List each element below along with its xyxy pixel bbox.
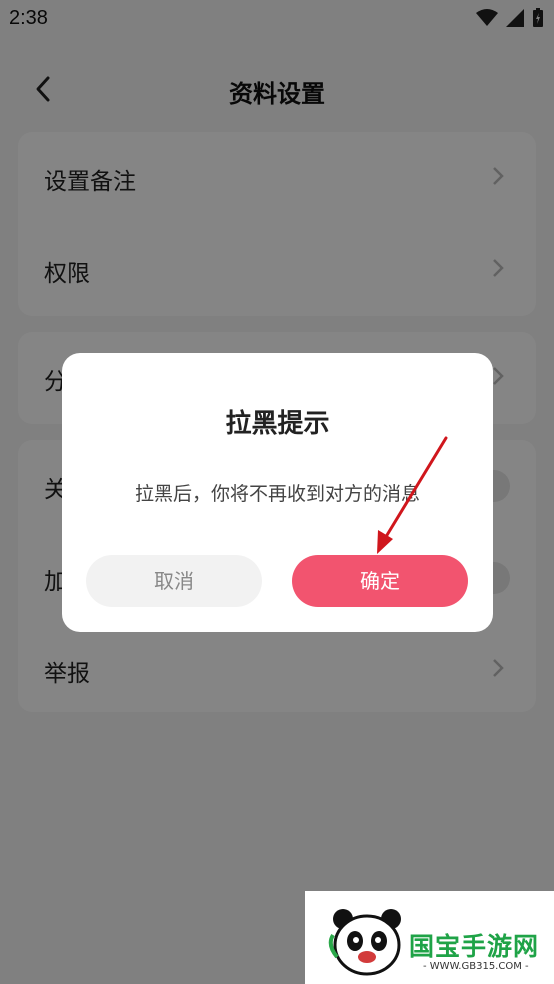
panda-logo-icon (328, 909, 401, 976)
watermark-brand: 国宝手游网 (409, 932, 540, 961)
watermark-url: - WWW.GB315.COM - (423, 961, 529, 972)
confirm-button[interactable]: 确定 (292, 555, 468, 607)
block-confirm-dialog: 拉黑提示 拉黑后，你将不再收到对方的消息 取消 确定 (62, 353, 493, 632)
watermark: 国宝手游网 - WWW.GB315.COM - (305, 891, 554, 984)
dialog-title: 拉黑提示 (225, 409, 330, 439)
dialog-message: 拉黑后，你将不再收到对方的消息 (134, 483, 420, 505)
cancel-button[interactable]: 取消 (86, 555, 262, 607)
